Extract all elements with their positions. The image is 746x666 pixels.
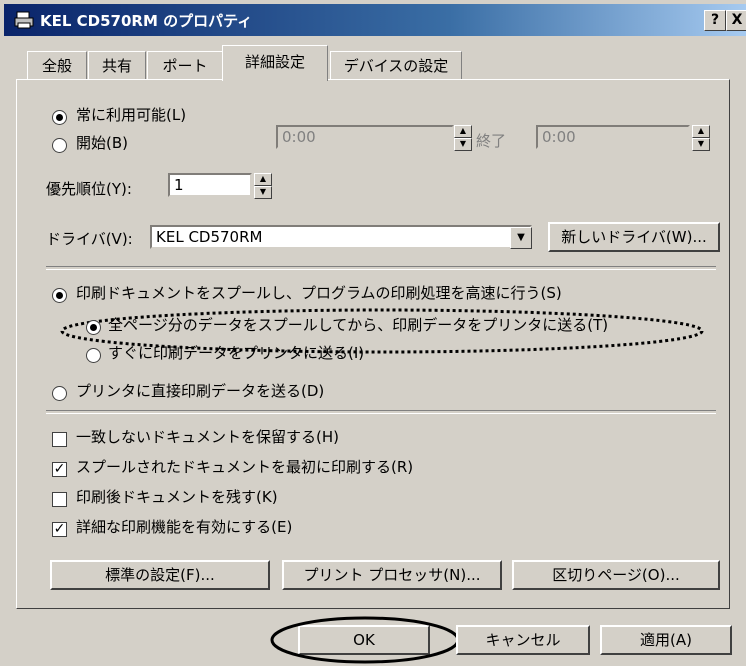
tab-ports[interactable]: ポート bbox=[147, 51, 223, 80]
apply-button[interactable]: 適用(A) bbox=[600, 625, 732, 655]
ok-highlight-ellipse bbox=[270, 616, 460, 664]
spin-down-icon[interactable]: ▼ bbox=[692, 138, 710, 151]
printer-icon bbox=[14, 11, 34, 29]
tab-advanced[interactable]: 詳細設定 bbox=[222, 45, 328, 81]
new-driver-button[interactable]: 新しいドライバ(W)... bbox=[548, 222, 720, 252]
start-time-spinner[interactable]: ▲ ▼ bbox=[454, 125, 472, 151]
end-time-field[interactable]: 0:00 bbox=[536, 125, 690, 149]
separator bbox=[46, 410, 716, 414]
print-spooled-first-label: スプールされたドキュメントを最初に印刷する(R) bbox=[76, 458, 414, 476]
print-direct-radio[interactable] bbox=[52, 386, 67, 401]
spool-radio[interactable] bbox=[52, 288, 67, 303]
help-button[interactable]: ? bbox=[704, 10, 726, 31]
available-from-radio[interactable] bbox=[52, 138, 67, 153]
separator bbox=[46, 266, 716, 270]
print-processor-button[interactable]: プリント プロセッサ(N)... bbox=[282, 560, 502, 590]
spin-up-icon[interactable]: ▲ bbox=[254, 173, 272, 186]
spool-after-last-page-radio[interactable] bbox=[86, 320, 101, 335]
spin-down-icon[interactable]: ▼ bbox=[454, 138, 472, 151]
close-button[interactable]: X bbox=[726, 10, 746, 31]
priority-spinner[interactable]: ▲ ▼ bbox=[254, 173, 272, 199]
advanced-features-label: 詳細な印刷機能を有効にする(E) bbox=[76, 518, 293, 536]
always-available-label: 常に利用可能(L) bbox=[76, 106, 187, 124]
spool-after-last-page-label: 全ページ分のデータをスプールしてから、印刷データをプリンタに送る(T) bbox=[108, 316, 609, 334]
spool-immediately-label: すぐに印刷データをプリンタに送る(I) bbox=[108, 344, 365, 362]
title-bar[interactable]: KEL CD570RM のプロパティ ? X bbox=[4, 4, 746, 36]
printer-properties-dialog: KEL CD570RM のプロパティ ? X 全般 共有 ポート 詳細設定 デバ… bbox=[0, 0, 746, 666]
spin-down-icon[interactable]: ▼ bbox=[254, 186, 272, 199]
printing-defaults-button[interactable]: 標準の設定(F)... bbox=[50, 560, 270, 590]
available-from-label: 開始(B) bbox=[76, 134, 128, 152]
end-time-spinner[interactable]: ▲ ▼ bbox=[692, 125, 710, 151]
keep-printed-label: 印刷後ドキュメントを残す(K) bbox=[76, 488, 278, 506]
start-time-field[interactable]: 0:00 bbox=[276, 125, 454, 149]
driver-select[interactable]: KEL CD570RM bbox=[150, 225, 532, 249]
tab-device-settings[interactable]: デバイスの設定 bbox=[330, 51, 462, 80]
driver-value: KEL CD570RM bbox=[156, 228, 263, 246]
driver-label: ドライバ(V): bbox=[46, 230, 133, 248]
print-direct-label: プリンタに直接印刷データを送る(D) bbox=[76, 382, 325, 400]
priority-label: 優先順位(Y): bbox=[46, 180, 132, 198]
tab-sharing[interactable]: 共有 bbox=[88, 51, 146, 80]
always-available-radio[interactable] bbox=[52, 110, 67, 125]
print-spooled-first-checkbox[interactable]: ✓ bbox=[52, 462, 67, 477]
advanced-features-checkbox[interactable]: ✓ bbox=[52, 522, 67, 537]
keep-printed-checkbox[interactable] bbox=[52, 492, 67, 507]
spin-up-icon[interactable]: ▲ bbox=[692, 125, 710, 138]
tab-general[interactable]: 全般 bbox=[27, 51, 87, 80]
spin-up-icon[interactable]: ▲ bbox=[454, 125, 472, 138]
window-title: KEL CD570RM のプロパティ bbox=[40, 12, 253, 30]
hold-mismatched-label: 一致しないドキュメントを保留する(H) bbox=[76, 428, 339, 446]
spool-immediately-radio[interactable] bbox=[86, 348, 101, 363]
separator-page-button[interactable]: 区切りページ(O)... bbox=[512, 560, 720, 590]
spool-label: 印刷ドキュメントをスプールし、プログラムの印刷処理を高速に行う(S) bbox=[76, 284, 562, 302]
chevron-down-icon[interactable]: ▼ bbox=[510, 227, 532, 249]
cancel-button[interactable]: キャンセル bbox=[456, 625, 590, 655]
priority-field[interactable]: 1 bbox=[168, 173, 252, 197]
hold-mismatched-checkbox[interactable] bbox=[52, 432, 67, 447]
end-time-label: 終了 bbox=[476, 132, 507, 150]
